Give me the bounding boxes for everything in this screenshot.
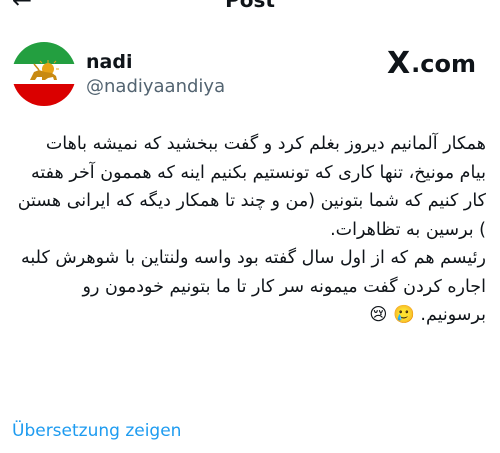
x-brand-watermark: X .com	[387, 46, 476, 81]
page-title: Post	[225, 0, 275, 12]
translate-link[interactable]: Übersetzung zeigen	[12, 420, 181, 442]
more-dots-icon[interactable]: ⋯	[462, 0, 482, 7]
tweet-paragraph-2: رئیسم هم که از اول سال گفته بود واسه ولن…	[21, 248, 486, 325]
brand-domain-text: .com	[411, 49, 476, 78]
top-bar: ← Post ⋯	[0, 0, 500, 14]
avatar[interactable]	[12, 42, 76, 106]
tweet-text: همکار آلمانیم دیروز بغلم کرد و گفت ببخشی…	[14, 130, 486, 330]
lion-and-sun-flag-icon	[12, 42, 76, 106]
tweet-paragraph-1: همکار آلمانیم دیروز بغلم کرد و گفت ببخشی…	[17, 134, 486, 240]
x-logo-icon: X	[387, 46, 411, 81]
author-handle[interactable]: @nadiyaandiya	[86, 76, 225, 98]
author-name[interactable]: nadi	[86, 50, 132, 74]
